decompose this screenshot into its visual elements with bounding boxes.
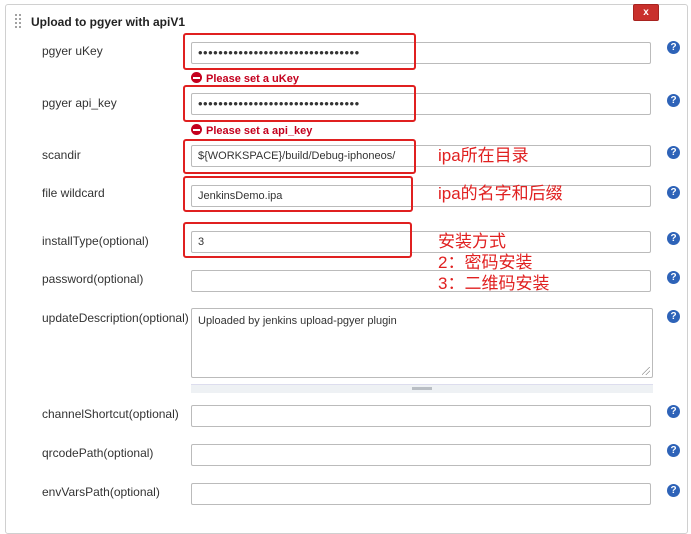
envvars-label: envVarsPath(optional)	[42, 485, 160, 499]
qrcode-label: qrcodePath(optional)	[42, 446, 154, 460]
api-key-error-text: Please set a api_key	[206, 125, 313, 137]
password-label: password(optional)	[42, 272, 144, 286]
resize-grip-icon[interactable]	[642, 367, 650, 375]
annotation-install-line1: 安装方式	[438, 232, 506, 251]
ukey-label: pgyer uKey	[42, 44, 103, 58]
wildcard-highlight-box	[183, 176, 413, 212]
scandir-highlight-box	[183, 139, 416, 174]
annotation-scandir: ipa所在目录	[438, 146, 529, 165]
delete-button[interactable]: x	[633, 4, 659, 21]
password-input[interactable]	[191, 270, 651, 292]
error-icon	[191, 124, 202, 135]
resizer-knob[interactable]	[412, 387, 432, 390]
qrcode-input[interactable]	[191, 444, 651, 466]
api-key-error: Please set a api_key	[191, 124, 312, 138]
annotation-install-line2: 2：密码安装	[438, 253, 533, 272]
wildcard-label: file wildcard	[42, 186, 105, 200]
install-type-label: installType(optional)	[42, 234, 149, 248]
ukey-error: Please set a uKey	[191, 72, 299, 86]
install-type-highlight-box	[183, 222, 412, 258]
section-title: Upload to pgyer with apiV1	[31, 15, 186, 29]
ukey-error-text: Please set a uKey	[206, 73, 299, 85]
help-icon[interactable]: ?	[667, 232, 680, 245]
channel-label: channelShortcut(optional)	[42, 407, 179, 421]
error-icon	[191, 72, 202, 83]
update-desc-textarea[interactable]: Uploaded by jenkins upload-pgyer plugin	[191, 308, 653, 378]
help-icon[interactable]: ?	[667, 94, 680, 107]
scandir-label: scandir	[42, 148, 81, 162]
annotation-install-line3: 3：二维码安装	[438, 274, 550, 293]
help-icon[interactable]: ?	[667, 405, 680, 418]
annotation-wildcard: ipa的名字和后缀	[438, 184, 563, 203]
textarea-resizer[interactable]	[191, 384, 653, 393]
envvars-input[interactable]	[191, 483, 651, 505]
channel-input[interactable]	[191, 405, 651, 427]
api-key-label: pgyer api_key	[42, 96, 117, 110]
api-key-highlight-box	[183, 85, 416, 122]
help-icon[interactable]: ?	[667, 310, 680, 323]
drag-handle-icon[interactable]	[14, 13, 22, 29]
help-icon[interactable]: ?	[667, 186, 680, 199]
help-icon[interactable]: ?	[667, 444, 680, 457]
help-icon[interactable]: ?	[667, 271, 680, 284]
help-icon[interactable]: ?	[667, 41, 680, 54]
ukey-highlight-box	[183, 33, 416, 70]
help-icon[interactable]: ?	[667, 484, 680, 497]
update-desc-label: updateDescription(optional)	[42, 311, 189, 325]
help-icon[interactable]: ?	[667, 146, 680, 159]
update-desc-text: Uploaded by jenkins upload-pgyer plugin	[198, 315, 397, 327]
